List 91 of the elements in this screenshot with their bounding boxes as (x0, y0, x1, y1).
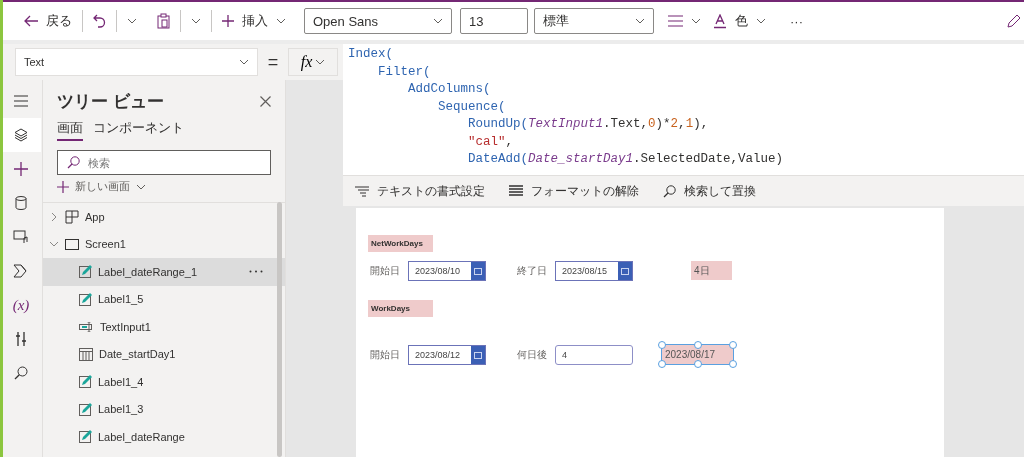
new-screen-button[interactable]: 新しい画面 (57, 179, 271, 194)
tree-item[interactable]: Label1_5 (43, 285, 285, 313)
calendar-icon (474, 351, 482, 359)
sidebar-tab[interactable]: (x) (1, 288, 41, 322)
tree-item[interactable]: Label_dateRange (43, 423, 285, 451)
tree-item[interactable]: Label1_3 (43, 395, 285, 423)
resize-handle[interactable] (729, 341, 737, 349)
function-button[interactable]: fx (288, 48, 338, 76)
search-icon (663, 184, 676, 198)
undo-icon (93, 14, 106, 28)
field-caption: 開始日 (370, 348, 400, 362)
menu-icon (14, 95, 28, 107)
back-button[interactable]: 戻る (18, 7, 78, 35)
text-input-icon (79, 321, 94, 332)
more-icon[interactable] (249, 270, 263, 274)
text-format-icon (355, 185, 369, 197)
label-icon (79, 402, 92, 416)
chevron-down-icon (433, 18, 443, 24)
formula-tool-button[interactable]: 検索して置換 (661, 182, 758, 200)
chevron-down-icon (191, 18, 201, 24)
text-input[interactable]: 4 (555, 345, 633, 365)
panel-title: ツリー ビュー (57, 91, 164, 113)
lines-icon (509, 185, 523, 197)
chevron-down-icon (691, 18, 701, 24)
chevron-down-icon (635, 18, 645, 24)
tree-item[interactable]: Date_startDay1 (43, 340, 285, 368)
result-label[interactable]: 4日 (691, 261, 732, 280)
back-arrow-icon (24, 15, 38, 27)
date-picker[interactable]: 2023/08/15 (555, 261, 633, 281)
database-icon (15, 196, 27, 210)
scrollbar[interactable] (277, 202, 282, 457)
calendar-icon (621, 267, 629, 275)
chevron-down-icon (239, 59, 249, 65)
flow-icon (13, 264, 29, 278)
plus-icon (222, 15, 234, 27)
chevron-down-icon (756, 18, 766, 24)
tree-item[interactable]: Label_dateRange_1 (43, 258, 285, 286)
section-title: NetWorkDays (368, 235, 433, 252)
tree-item[interactable]: Label1_4 (43, 368, 285, 396)
label-icon (79, 375, 92, 389)
formula-editor[interactable]: Index( Filter( AddColumns( Sequence( RoundUp(TextInput1.Text,0)*2,1), "cal", DateAdd(Date_startDay1.SelectedDate,Value) (343, 44, 1024, 175)
label-icon (79, 430, 92, 444)
date-picker[interactable]: 2023/08/10 (408, 261, 486, 281)
clipboard-icon (157, 13, 170, 29)
layers-icon (14, 128, 28, 142)
media-icon (13, 230, 29, 244)
label-icon (79, 265, 92, 279)
search-icon (14, 366, 28, 380)
align-icon (668, 15, 683, 27)
date-picker[interactable]: 2023/08/12 (408, 345, 486, 365)
font-color-icon (713, 13, 727, 29)
equals-sign: = (266, 51, 280, 73)
close-icon[interactable] (260, 96, 271, 107)
more-button[interactable]: ··· (784, 7, 809, 35)
search-field[interactable]: 検索 (57, 150, 271, 175)
insert-button[interactable]: 挿入 (216, 7, 292, 35)
label-icon (79, 292, 92, 306)
tools-icon (15, 331, 27, 347)
panel-tab[interactable]: コンポーネント (93, 119, 184, 141)
chevron-down-icon (136, 183, 146, 190)
font-dropdown[interactable]: Open Sans (304, 8, 452, 34)
resize-handle[interactable] (658, 341, 666, 349)
formula-tool-button[interactable]: テキストの書式設定 (353, 182, 487, 200)
sidebar-tab[interactable] (1, 118, 41, 152)
tree-item[interactable]: Screen1 (43, 230, 285, 258)
field-caption: 何日後 (517, 348, 547, 362)
section-title: WorkDays (368, 300, 433, 317)
screen-icon (65, 238, 79, 250)
calendar-icon (79, 347, 93, 362)
tree-item[interactable]: TextInput1 (43, 313, 285, 341)
formula-tool-button[interactable]: フォーマットの解除 (507, 182, 641, 200)
resize-handle[interactable] (729, 360, 737, 368)
tree-item[interactable]: App (43, 203, 285, 231)
calendar-icon (474, 267, 482, 275)
resize-handle[interactable] (693, 360, 702, 368)
resize-handle[interactable] (658, 360, 666, 368)
plus-icon (57, 180, 69, 193)
font-weight-dropdown[interactable]: 標準 (534, 8, 654, 34)
font-size-field[interactable]: 13 (460, 8, 528, 34)
plus-icon (14, 162, 28, 176)
chevron-down-icon (127, 18, 137, 24)
resize-handle[interactable] (693, 341, 702, 349)
field-caption: 開始日 (370, 264, 400, 278)
pencil-icon[interactable] (1007, 14, 1020, 28)
property-dropdown[interactable]: Text (15, 48, 258, 76)
app-icon (65, 209, 79, 224)
chevron-down-icon (315, 59, 326, 65)
font-color-button[interactable]: 色 (707, 7, 772, 35)
chevron-down-icon (276, 18, 286, 24)
panel-tab[interactable]: 画面 (57, 119, 83, 141)
field-caption: 終了日 (517, 264, 547, 278)
